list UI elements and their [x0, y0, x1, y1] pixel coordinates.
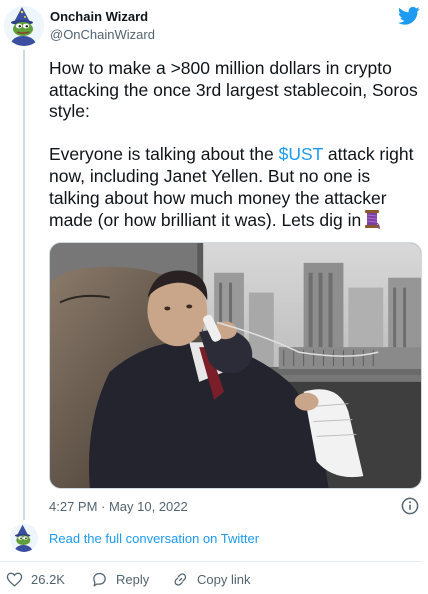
link-icon — [174, 573, 187, 586]
info-icon[interactable] — [401, 497, 419, 515]
cashtag-link[interactable]: $UST — [279, 144, 323, 164]
like-count: 26.2K — [31, 572, 65, 587]
thread-line — [23, 50, 25, 520]
tweet-paragraph: Everyone is talking about the $UST attac… — [49, 144, 423, 231]
read-full-conversation-link[interactable]: Read the full conversation on Twitter — [49, 531, 259, 546]
avatar-small[interactable] — [10, 524, 38, 552]
twitter-bird-icon[interactable] — [398, 6, 420, 26]
tweet-text-segment: Everyone is talking about the — [49, 144, 279, 165]
author-handle[interactable]: @OnChainWizard — [50, 27, 155, 42]
thread-spool-icon — [365, 210, 381, 230]
reply-label: Reply — [116, 572, 150, 587]
tweet-photo[interactable] — [49, 242, 422, 489]
speech-bubble-icon — [93, 572, 106, 587]
tweet-timestamp[interactable]: 4:27 PM · May 10, 2022 — [49, 499, 188, 514]
heart-icon — [6, 572, 23, 587]
author-name[interactable]: Onchain Wizard — [50, 9, 148, 24]
tweet-text: How to make a >800 million dollars in cr… — [49, 58, 423, 232]
reply-button[interactable]: Reply — [91, 571, 149, 588]
copy-link-label: Copy link — [197, 572, 251, 587]
divider — [0, 561, 422, 562]
tweet-paragraph: How to make a >800 million dollars in cr… — [49, 58, 418, 122]
like-button[interactable]: 26.2K — [6, 571, 65, 588]
avatar[interactable] — [4, 6, 44, 46]
copy-link-button[interactable]: Copy link — [172, 571, 250, 588]
